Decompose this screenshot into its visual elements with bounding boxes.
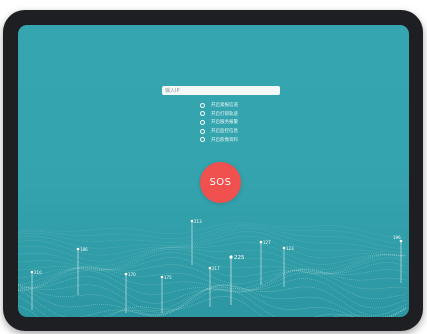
radio-circle-icon[interactable]	[200, 137, 205, 143]
wave-line	[18, 242, 407, 267]
options-list: 开启紧报信道 开启打锁轨迹 开启服务报警 开启监控信息 开启影像资料	[200, 101, 270, 144]
marker-label: 170	[128, 272, 136, 277]
option-channel[interactable]: 开启紧报信道	[200, 101, 270, 110]
option-label: 开启监控信息	[211, 129, 238, 135]
wave-line	[18, 296, 407, 317]
wave-line	[18, 269, 407, 295]
wave-line	[18, 272, 407, 304]
wave-line	[18, 288, 407, 317]
wave-line	[18, 267, 407, 292]
marker-label: 186	[80, 247, 88, 252]
marker-label: 213	[194, 219, 202, 224]
app-screen: 开启紧报信道 开启打锁轨迹 开启服务报警 开启监控信息 开启影像资料 SOS 2…	[18, 25, 409, 317]
marker-123: 123	[282, 246, 294, 287]
wave-line	[18, 235, 406, 262]
radio-circle-icon[interactable]	[200, 102, 205, 108]
marker-186: 186	[76, 247, 88, 295]
option-label: 开启影像资料	[211, 137, 238, 143]
marker-dot	[190, 219, 194, 223]
wave-line	[18, 285, 407, 317]
option-monitor[interactable]: 开启监控信息	[200, 127, 270, 136]
marker-217: 217	[208, 266, 220, 307]
marker-dot	[160, 275, 164, 279]
option-label: 开启服务报警	[211, 120, 238, 126]
marker-dot	[208, 266, 212, 270]
marker-label: 217	[212, 266, 220, 271]
marker-213: 213	[190, 219, 202, 265]
marker-dot	[399, 239, 403, 243]
wave-line	[18, 231, 407, 256]
wave-line	[18, 278, 407, 311]
marker-dot	[76, 247, 80, 251]
terrain-wave-graphic: 213 186 127 225 123 217 210 170 175 196	[18, 219, 407, 317]
option-label: 开启打锁轨迹	[211, 111, 238, 117]
wave-line	[18, 284, 407, 317]
marker-label: 210	[34, 270, 42, 275]
marker-dot	[259, 240, 263, 244]
marker-label: 196	[393, 235, 401, 240]
marker-label: 175	[164, 275, 172, 280]
wave-line	[18, 228, 407, 253]
option-track[interactable]: 开启打锁轨迹	[200, 110, 270, 119]
radio-circle-icon[interactable]	[200, 111, 205, 117]
option-label: 开启紧报信道	[211, 103, 238, 109]
option-alarm[interactable]: 开启服务报警	[200, 118, 270, 127]
marker-label: 123	[286, 246, 294, 251]
ip-search-input[interactable]	[162, 86, 280, 95]
marker-label: 225	[234, 255, 245, 261]
radio-circle-icon[interactable]	[200, 119, 205, 125]
marker-dot	[229, 255, 233, 259]
marker-127: 127	[259, 240, 271, 285]
wave-line	[18, 252, 407, 278]
marker-dot	[30, 270, 34, 274]
option-media[interactable]: 开启影像资料	[200, 135, 270, 144]
marker-label: 127	[263, 240, 271, 245]
wave-line	[18, 224, 406, 244]
radio-circle-icon[interactable]	[200, 128, 205, 134]
marker-dot	[124, 272, 128, 276]
marker-dot	[282, 246, 286, 250]
